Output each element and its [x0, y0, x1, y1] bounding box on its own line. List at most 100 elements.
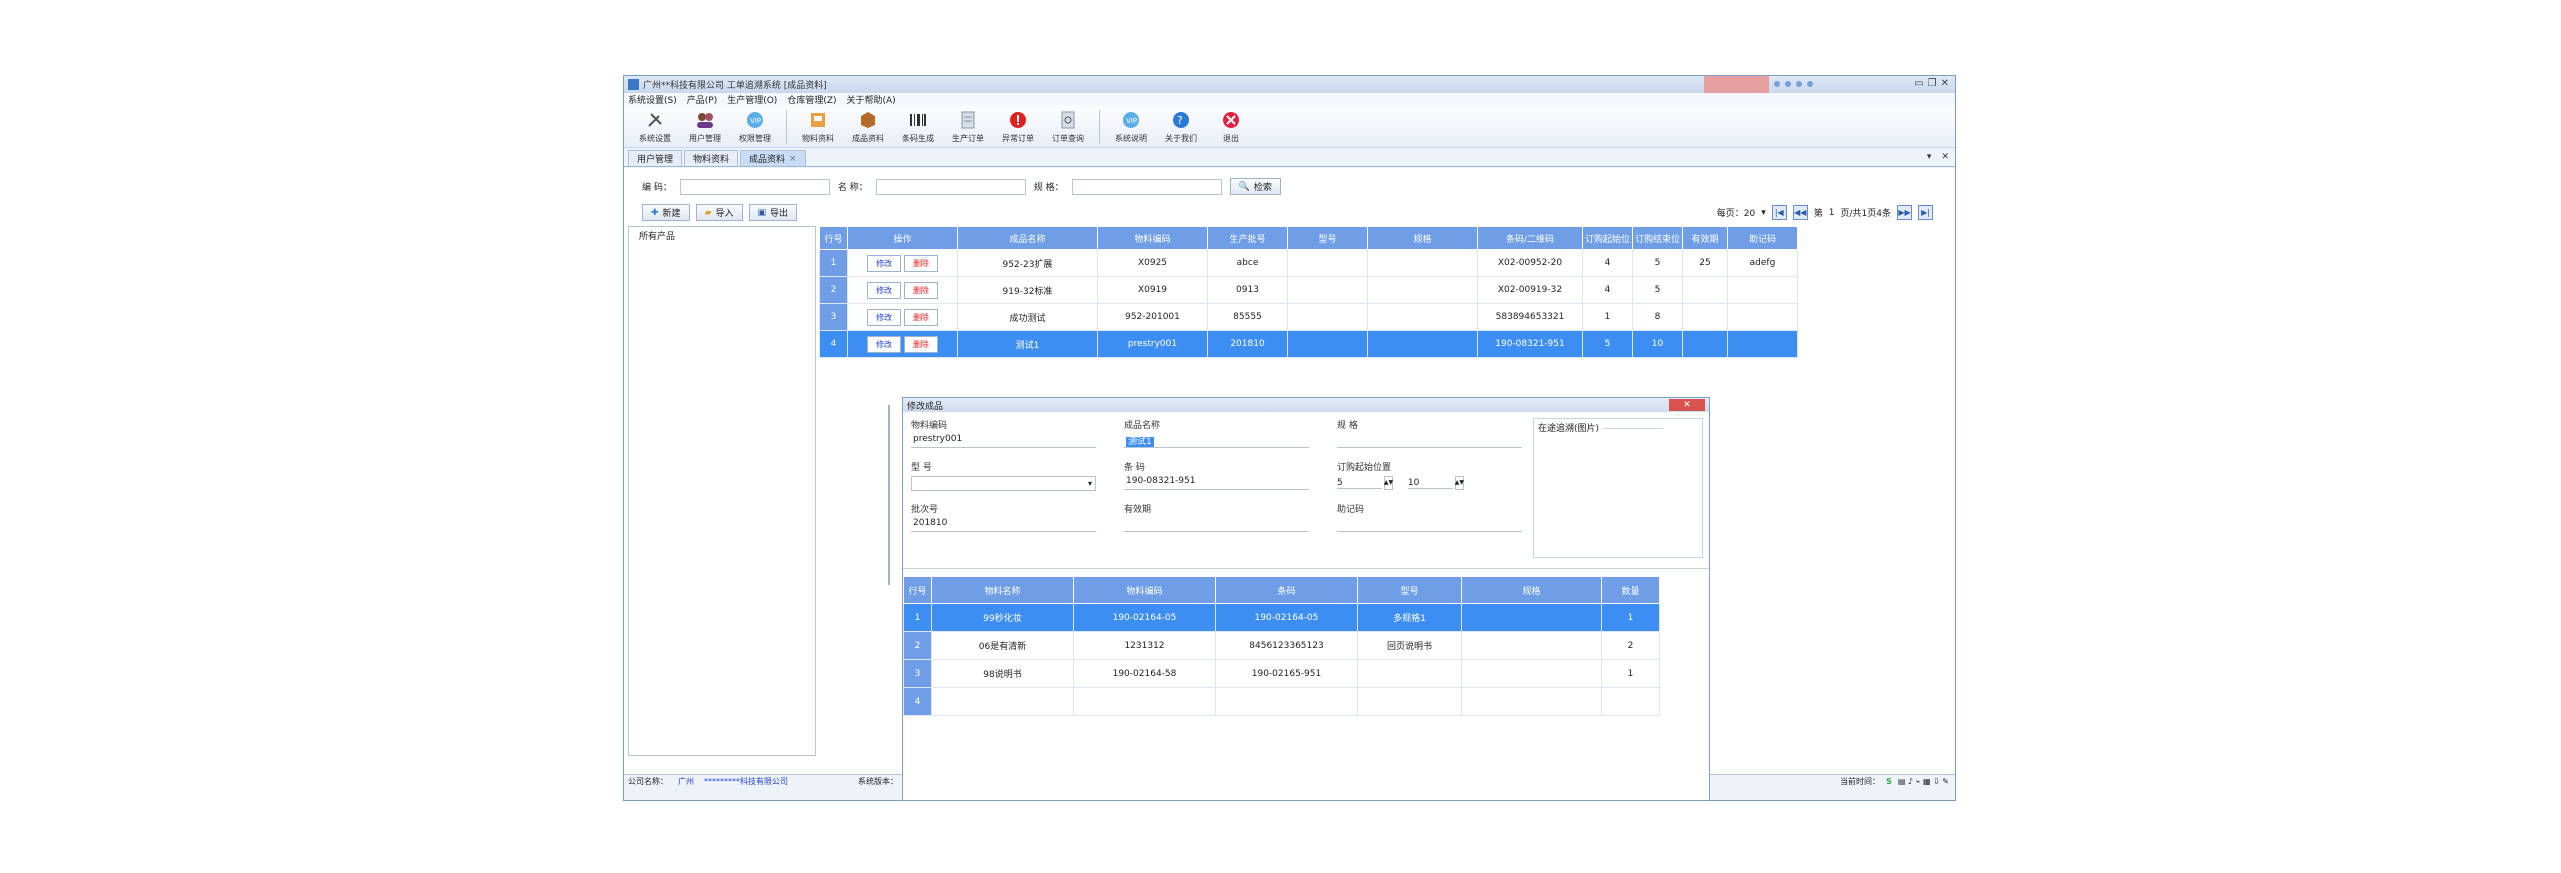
close-icon[interactable]: ✕ [1941, 78, 1949, 89]
chevron-down-icon[interactable]: ▾ [1761, 208, 1766, 218]
delete-button[interactable]: 删除 [903, 254, 938, 272]
tb-system-info[interactable]: VIP 系统说明 [1106, 110, 1156, 144]
table-row[interactable]: 4 [903, 687, 1660, 716]
dialog-form: 物料编码 prestry001 成品名称 测试1 规 格 型 号 ▾ 条 码 1… [911, 418, 1531, 558]
ime-icon[interactable]: S [1886, 777, 1892, 786]
table-row[interactable]: 1 修改 删除 952-23扩展 X0925 abce X02-00952-20… [819, 249, 1798, 277]
import-button[interactable]: ▰ 导入 [695, 204, 743, 221]
minimize-icon[interactable]: ▭ [1914, 78, 1923, 89]
table-row[interactable]: 2 06是有清新 1231312 8456123365123 回页说明书 2 [903, 631, 1660, 660]
edit-button[interactable]: 修改 [867, 254, 902, 272]
menu-production[interactable]: 生产管理(O) [727, 93, 777, 106]
model-field: 型 号 ▾ [911, 460, 1096, 491]
svg-text:VIP: VIP [750, 117, 761, 125]
per-page-select[interactable]: 每页：20 [1717, 206, 1755, 219]
stepper-arrows-icon[interactable]: ▲▼ [1455, 476, 1464, 490]
picture-box[interactable]: 在途追溯(图片) [1533, 418, 1703, 558]
name-input[interactable] [875, 178, 1026, 195]
tab-menu-icon[interactable]: ▾ [1927, 152, 1932, 162]
company-link[interactable]: *********科技有限公司 [704, 776, 788, 787]
mnemonic-input[interactable] [1337, 518, 1522, 532]
stepper-arrows-icon[interactable]: ▲▼ [1384, 476, 1393, 490]
tab-product[interactable]: 成品资料 × [740, 150, 806, 166]
order-start-stepper[interactable]: 5 ▲▼ [1337, 476, 1393, 490]
help-icon: ? [1171, 110, 1191, 130]
title-highlight [1704, 76, 1769, 93]
valid-field: 有效期 [1124, 502, 1309, 532]
new-button[interactable]: ✚ 新建 [642, 204, 690, 221]
spec-field: 规 格 [1337, 418, 1522, 448]
delete-button[interactable]: 删除 [903, 335, 938, 353]
tab-user-management[interactable]: 用户管理 [628, 150, 683, 166]
delete-button[interactable]: 删除 [903, 308, 938, 326]
app-icon [628, 79, 639, 90]
product-grid: 行号 操作 成品名称 物料编码 生产批号 型号 规格 条码/二维码 订购起始位 … [819, 226, 1798, 358]
tb-exit[interactable]: 退出 [1206, 110, 1256, 144]
product-name-input[interactable]: 测试1 [1124, 434, 1309, 448]
page-number[interactable]: 1 [1829, 208, 1835, 218]
table-row-selected[interactable]: 1 99秒化妆 190-02164-05 190-02164-05 多规格1 1 [903, 603, 1660, 632]
material-code-input[interactable]: prestry001 [911, 434, 1096, 448]
menu-warehouse[interactable]: 仓库管理(Z) [787, 93, 836, 106]
menu-system[interactable]: 系统设置(S) [628, 93, 677, 106]
edit-button[interactable]: 修改 [867, 308, 902, 326]
material-icon [808, 110, 828, 130]
alert-icon [1008, 110, 1028, 130]
valid-input[interactable] [1124, 518, 1309, 532]
plus-icon: ✚ [651, 207, 659, 218]
next-page-icon[interactable]: ▶▶ [1897, 205, 1912, 220]
tb-material[interactable]: 物料资料 [793, 110, 843, 144]
tb-user-management[interactable]: 用户管理 [680, 110, 730, 144]
spec-input[interactable] [1071, 178, 1222, 195]
batch-input[interactable]: 201810 [911, 518, 1096, 532]
splitter[interactable] [888, 405, 890, 585]
tools-icon [645, 110, 665, 130]
search-button[interactable]: 🔍 检索 [1229, 178, 1281, 195]
tb-production-order[interactable]: 生产订单 [943, 110, 993, 144]
action-row: ✚ 新建 ▰ 导入 ▣ 导出 [642, 204, 798, 221]
tb-order-query[interactable]: 订单查询 [1043, 110, 1093, 144]
edit-button[interactable]: 修改 [867, 281, 902, 299]
tb-system-settings[interactable]: 系统设置 [630, 110, 680, 144]
tb-permission[interactable]: VIP 权限管理 [730, 110, 780, 144]
tab-close-all-icon[interactable]: ✕ [1941, 152, 1949, 162]
col-product-name: 成品名称 [957, 226, 1098, 250]
table-row[interactable]: 3 修改 删除 成功测试 952-201001 85555 5838946533… [819, 303, 1798, 331]
last-page-icon[interactable]: ▶| [1918, 205, 1933, 220]
table-row[interactable]: 3 98说明书 190-02164-58 190-02165-951 1 [903, 659, 1660, 688]
tree-root[interactable]: 所有产品 [639, 232, 675, 242]
col-material-code: 物料编码 [1097, 226, 1208, 250]
barcode-input[interactable]: 190-08321-951 [1124, 476, 1309, 490]
tab-controls: ▾ ✕ [1927, 152, 1949, 162]
col-mnemonic: 助记码 [1727, 226, 1798, 250]
prev-page-icon[interactable]: ◀◀ [1792, 205, 1808, 220]
model-select[interactable]: ▾ [911, 476, 1096, 491]
spec-input[interactable] [1337, 434, 1522, 448]
code-input[interactable] [679, 178, 830, 195]
page-total: 页/共1页4条 [1840, 209, 1892, 219]
tb-exception-order[interactable]: 异常订单 [993, 110, 1043, 144]
tab-close-icon[interactable]: × [789, 154, 797, 164]
edit-button[interactable]: 修改 [867, 335, 902, 353]
name-label: 名 称： [837, 183, 868, 193]
tb-about[interactable]: ? 关于我们 [1156, 110, 1206, 144]
menu-product[interactable]: 产品(P) [687, 93, 717, 106]
export-button[interactable]: ▣ 导出 [748, 204, 798, 221]
order-end-stepper[interactable]: 10 ▲▼ [1407, 476, 1464, 490]
restore-icon[interactable]: ❐ [1928, 78, 1937, 89]
menu-help[interactable]: 关于帮助(A) [847, 93, 896, 106]
table-row-selected[interactable]: 4 修改 删除 测试1 prestry001 201810 190-08321-… [819, 330, 1798, 358]
title-dots [1774, 81, 1813, 87]
dialog-close-button[interactable]: ✕ [1669, 399, 1705, 411]
tb-barcode[interactable]: 条码生成 [893, 110, 943, 144]
product-tree: 所有产品 [628, 226, 816, 756]
tb-product[interactable]: 成品资料 [843, 110, 893, 144]
box-icon [858, 110, 878, 130]
barcode-icon [908, 110, 928, 130]
toolbar-separator [786, 109, 787, 144]
tab-material[interactable]: 物料资料 [684, 150, 739, 166]
col-model: 型号 [1287, 226, 1368, 250]
table-row[interactable]: 2 修改 删除 919-32标准 X0919 0913 X02-00919-32… [819, 276, 1798, 304]
first-page-icon[interactable]: |◀ [1771, 205, 1787, 220]
delete-button[interactable]: 删除 [903, 281, 938, 299]
